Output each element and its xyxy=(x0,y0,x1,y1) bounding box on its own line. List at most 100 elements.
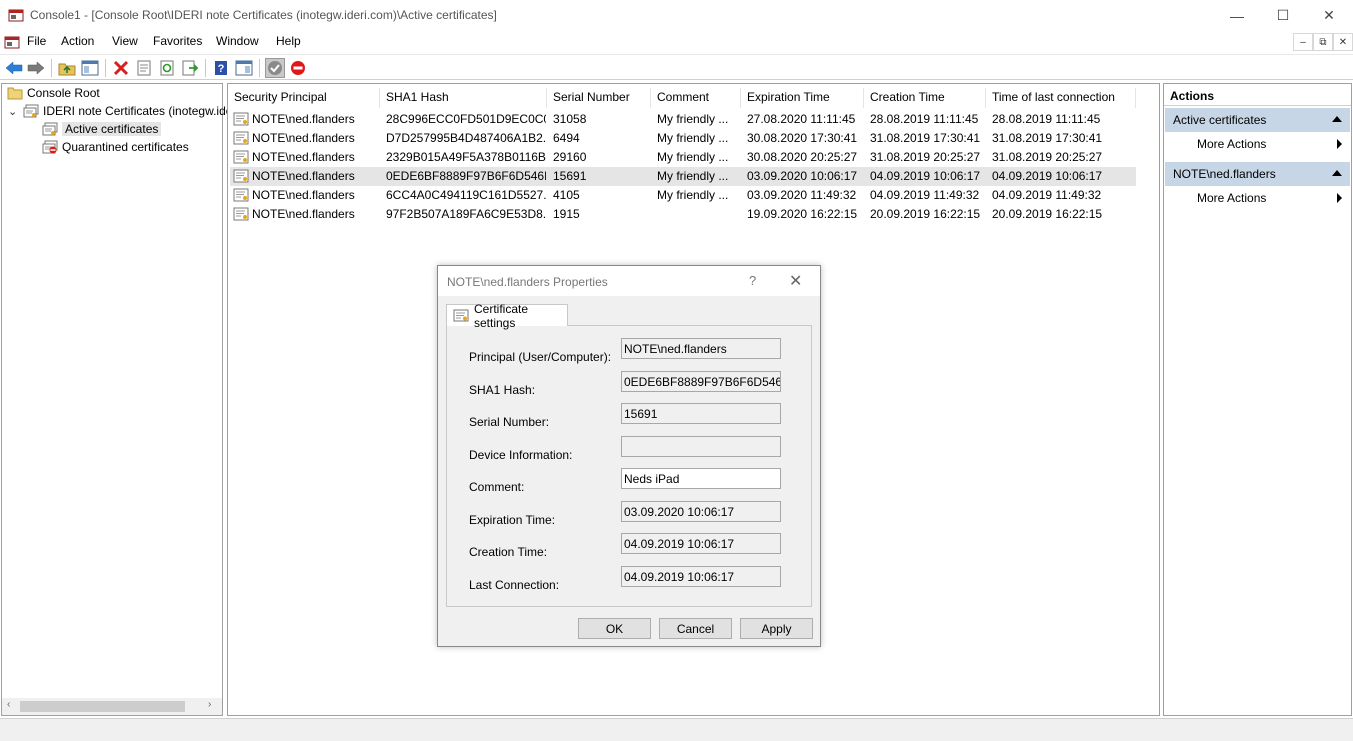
cell-sha1-hash: 2329B015A49F5A378B0116B... xyxy=(386,150,546,164)
column-header-expiration-time[interactable]: Expiration Time xyxy=(741,88,864,108)
show-hide-tree-icon[interactable] xyxy=(80,58,100,78)
cell-expiration-time: 27.08.2020 11:11:45 xyxy=(747,112,856,126)
folder-icon xyxy=(7,86,23,100)
cell-comment: My friendly ... xyxy=(657,112,729,126)
cell-creation-time: 20.09.2019 16:22:15 xyxy=(870,207,981,221)
system-menu-icon[interactable] xyxy=(4,34,20,50)
menu-favorites[interactable]: Favorites xyxy=(153,34,202,48)
certificates-snapin-icon xyxy=(23,104,39,118)
expand-chevron-icon[interactable]: ⌄ xyxy=(8,105,20,118)
serial-number-field[interactable]: 15691 xyxy=(621,403,781,424)
column-header-time-of-last-connection[interactable]: Time of last connection xyxy=(986,88,1136,108)
mdi-restore-button[interactable]: ⧉ xyxy=(1313,33,1333,51)
refresh-icon[interactable] xyxy=(157,58,177,78)
table-row[interactable]: NOTE\ned.flanders 97F2B507A189FA6C9E53D8.… xyxy=(230,205,1136,224)
cell-sha1-hash: 0EDE6BF8889F97B6F6D546E... xyxy=(386,169,546,183)
column-header-sha1-hash[interactable]: SHA1 Hash xyxy=(380,88,547,108)
mdi-close-button[interactable]: ✕ xyxy=(1333,33,1353,51)
table-row[interactable]: NOTE\ned.flanders D7D257995B4D487406A1B2.… xyxy=(230,129,1136,148)
block-icon[interactable] xyxy=(288,58,308,78)
svg-text:?: ? xyxy=(218,63,225,75)
cell-serial-number: 15691 xyxy=(553,169,587,183)
menu-window[interactable]: Window xyxy=(216,34,259,48)
column-header-serial-number[interactable]: Serial Number xyxy=(547,88,651,108)
approve-icon[interactable] xyxy=(265,58,285,78)
cell-last-connection: 28.08.2019 11:11:45 xyxy=(992,112,1101,126)
collapse-up-icon[interactable] xyxy=(1332,170,1342,176)
ok-button[interactable]: OK xyxy=(578,618,651,639)
expiration-time-field[interactable]: 03.09.2020 10:06:17 xyxy=(621,501,781,522)
dialog-close-button[interactable]: ✕ xyxy=(789,271,802,291)
principal-field[interactable]: NOTE\ned.flanders xyxy=(621,338,781,359)
help-icon[interactable]: ? xyxy=(211,58,231,78)
minimize-button[interactable]: — xyxy=(1214,0,1260,31)
forward-icon[interactable] xyxy=(26,58,46,78)
mdi-minimize-button[interactable]: – xyxy=(1293,33,1313,51)
cancel-button[interactable]: Cancel xyxy=(659,618,732,639)
column-header-creation-time[interactable]: Creation Time xyxy=(864,88,986,108)
show-hide-action-pane-icon[interactable] xyxy=(234,58,254,78)
tab-certificate-settings[interactable]: Certificate settings xyxy=(446,302,568,330)
more-actions-item[interactable]: More Actions xyxy=(1165,187,1350,209)
action-group-selected-principal[interactable]: NOTE\ned.flanders xyxy=(1165,162,1350,186)
submenu-arrow-icon xyxy=(1337,193,1342,203)
certificate-settings-panel: Principal (User/Computer): NOTE\ned.flan… xyxy=(446,325,812,607)
more-actions-item[interactable]: More Actions xyxy=(1165,133,1350,155)
properties-dialog: NOTE\ned.flanders Properties ? ✕ Certifi… xyxy=(437,265,821,647)
table-row[interactable]: NOTE\ned.flanders 28C996ECC0FD501D9EC0C0.… xyxy=(230,110,1136,129)
table-row[interactable]: NOTE\ned.flanders 2329B015A49F5A378B0116B… xyxy=(230,148,1136,167)
scrollbar-thumb[interactable] xyxy=(20,701,185,712)
cell-comment: My friendly ... xyxy=(657,169,729,183)
cell-comment: My friendly ... xyxy=(657,131,729,145)
maximize-button[interactable]: ☐ xyxy=(1260,0,1306,31)
last-connection-field[interactable]: 04.09.2019 10:06:17 xyxy=(621,566,781,587)
certificate-icon xyxy=(233,169,249,183)
actions-pane: Actions Active certificates More Actions… xyxy=(1163,83,1352,716)
cell-security-principal: NOTE\ned.flanders xyxy=(252,169,355,183)
menu-help[interactable]: Help xyxy=(276,34,301,48)
comment-label: Comment: xyxy=(469,480,525,494)
sha1-hash-field[interactable]: 0EDE6BF8889F97B6F6D546EE! xyxy=(621,371,781,392)
toolbar: ? xyxy=(0,54,1353,80)
export-icon[interactable] xyxy=(180,58,200,78)
creation-time-field[interactable]: 04.09.2019 10:06:17 xyxy=(621,533,781,554)
column-header-comment[interactable]: Comment xyxy=(651,88,741,108)
tree-item-console-root[interactable]: Console Root xyxy=(7,86,100,100)
close-button[interactable]: ✕ xyxy=(1306,0,1352,31)
column-header-security-principal[interactable]: Security Principal xyxy=(228,88,380,108)
cell-creation-time: 28.08.2019 11:11:45 xyxy=(870,112,979,126)
apply-button[interactable]: Apply xyxy=(740,618,813,639)
device-information-field[interactable] xyxy=(621,436,781,457)
tree-item-label: Active certificates xyxy=(62,122,162,136)
properties-icon[interactable] xyxy=(134,58,154,78)
dialog-help-button[interactable]: ? xyxy=(749,273,756,288)
scroll-left-icon[interactable]: ‹ xyxy=(7,699,10,710)
tree-item-active-certificates[interactable]: Active certificates xyxy=(42,122,162,136)
creation-time-label: Creation Time: xyxy=(469,545,548,559)
menu-file[interactable]: File xyxy=(27,34,46,48)
table-row[interactable]: NOTE\ned.flanders 6CC4A0C494119C161D5527.… xyxy=(230,186,1136,205)
certificate-icon xyxy=(233,207,249,221)
comment-field[interactable]: Neds iPad xyxy=(621,468,781,489)
quarantined-certificates-icon xyxy=(42,140,58,154)
scroll-right-icon[interactable]: › xyxy=(208,699,211,710)
delete-icon[interactable] xyxy=(111,58,131,78)
cell-sha1-hash: 6CC4A0C494119C161D5527... xyxy=(386,188,546,202)
tree-item-label: Console Root xyxy=(27,86,100,100)
cell-last-connection: 04.09.2019 11:49:32 xyxy=(992,188,1102,202)
collapse-up-icon[interactable] xyxy=(1332,116,1342,122)
menu-action[interactable]: Action xyxy=(61,34,94,48)
action-item-label: More Actions xyxy=(1197,137,1267,151)
action-group-active-certificates[interactable]: Active certificates xyxy=(1165,108,1350,132)
table-row[interactable]: NOTE\ned.flanders 0EDE6BF8889F97B6F6D546E… xyxy=(230,167,1136,186)
serial-number-label: Serial Number: xyxy=(469,415,550,429)
menu-bar: File Action View Favorites Window Help xyxy=(0,31,1353,53)
console-tree: Console Root ⌄ IDERI note Certificates (… xyxy=(1,83,269,716)
device-information-label: Device Information: xyxy=(469,448,573,462)
back-icon[interactable] xyxy=(4,58,24,78)
menu-view[interactable]: View xyxy=(112,34,138,48)
tree-item-quarantined-certificates[interactable]: Quarantined certificates xyxy=(42,140,189,154)
cell-serial-number: 1915 xyxy=(553,207,580,221)
up-folder-icon[interactable] xyxy=(57,58,77,78)
tree-horizontal-scrollbar[interactable]: ‹ › xyxy=(2,698,222,715)
